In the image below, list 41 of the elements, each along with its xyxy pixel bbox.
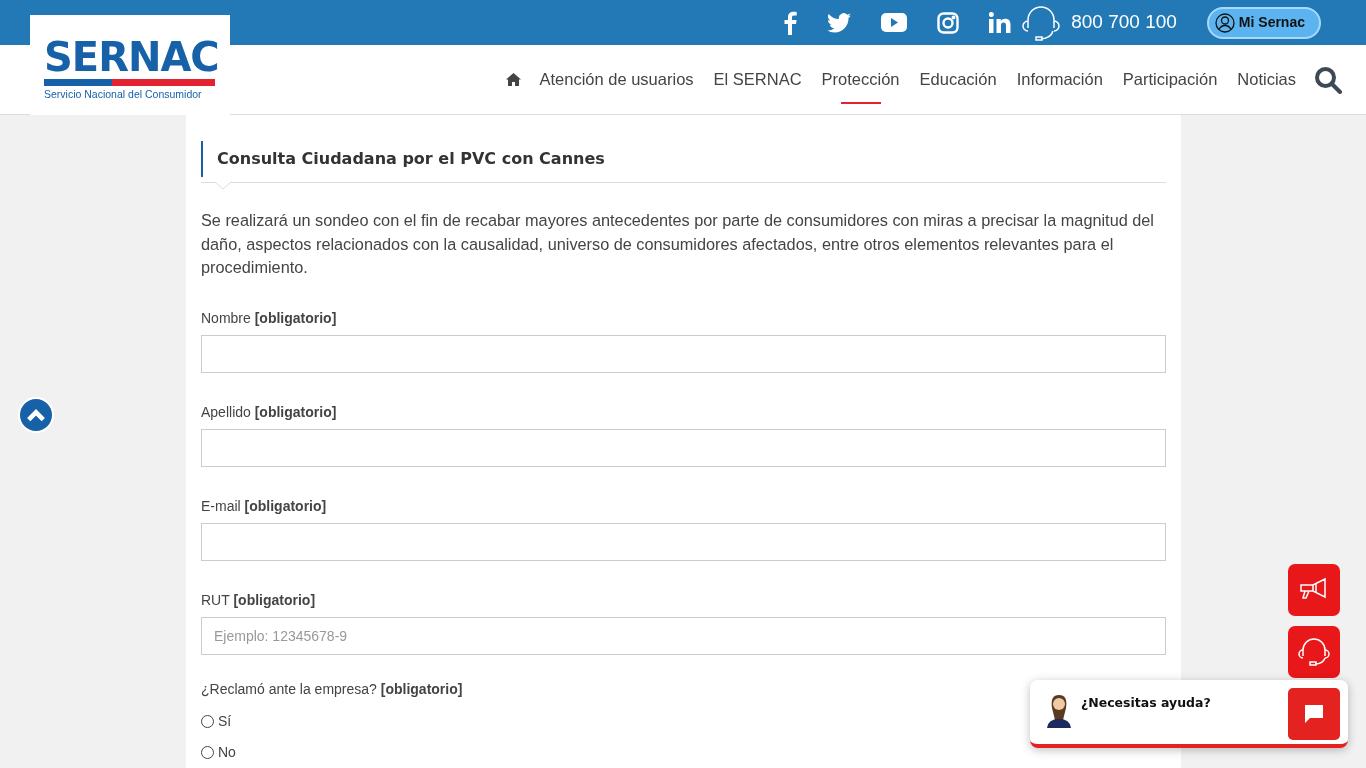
- nav-link[interactable]: Información: [1006, 55, 1113, 104]
- nav-link[interactable]: Educación: [909, 55, 1007, 104]
- linkedin-icon[interactable]: [989, 12, 1012, 33]
- field-label: Nombre [obligatorio]: [201, 308, 338, 328]
- nav-link[interactable]: El SERNAC: [703, 55, 812, 104]
- input-field[interactable]: Ejemplo: 12345678-9: [201, 616, 1166, 655]
- facebook-icon[interactable]: [783, 10, 798, 35]
- chevron-up-icon: [26, 408, 46, 422]
- search-icon[interactable]: [1314, 65, 1342, 94]
- avatar-icon: [1044, 694, 1074, 728]
- phone-number: 800 700 100: [1071, 10, 1177, 35]
- headset-icon: [1297, 637, 1331, 667]
- sernac-logo[interactable]: SERNAC Servicio Nacional del Consumidor: [30, 15, 230, 115]
- chat-icon: [1304, 704, 1324, 724]
- nav-link[interactable]: Participación: [1112, 55, 1228, 104]
- intro-paragraph: Se realizará un sondeo con el fin de recabar mayores antecedentes por parte de consumidores con miras a precisar la magnitud del daño, aspectos relacionados con la causalidad, universo de consumidores afectados, entre otros elementos relevantes para el procedimiento.: [201, 210, 1155, 278]
- option-label: Sí: [218, 711, 232, 731]
- field-label: RUT [obligatorio]: [201, 590, 317, 610]
- camera-icon[interactable]: [937, 11, 960, 34]
- input-field[interactable]: [201, 428, 1166, 467]
- video-play-icon[interactable]: [881, 13, 908, 32]
- twitter-icon[interactable]: [827, 12, 852, 33]
- nav-link[interactable]: Noticias: [1227, 55, 1306, 104]
- input-field[interactable]: [201, 334, 1166, 373]
- field-label: E-mail [obligatorio]: [201, 496, 328, 516]
- home-icon[interactable]: [506, 73, 522, 86]
- scroll-top-button[interactable]: [18, 397, 54, 433]
- nav-link[interactable]: Atención de usuarios: [529, 55, 704, 104]
- option-label: No: [218, 742, 236, 762]
- form-title: Consulta Ciudadana por el PVC con Cannes: [201, 141, 1166, 177]
- user-icon: [1214, 12, 1235, 33]
- logo-title: SERNAC: [44, 37, 215, 77]
- support-button[interactable]: [1288, 626, 1340, 678]
- field-label: Apellido [obligatorio]: [201, 402, 338, 422]
- logo-subtitle: Servicio Nacional del Consumidor: [44, 87, 203, 102]
- input-field[interactable]: [201, 522, 1166, 561]
- megaphone-button[interactable]: [1288, 564, 1340, 616]
- chat-button[interactable]: [1288, 688, 1340, 740]
- account-button[interactable]: Mi Sernac: [1206, 6, 1321, 39]
- question-label: ¿Reclamó ante la empresa? [obligatorio]: [201, 679, 464, 699]
- chat-prompt: ¿Necesitas ayuda?: [1081, 694, 1211, 712]
